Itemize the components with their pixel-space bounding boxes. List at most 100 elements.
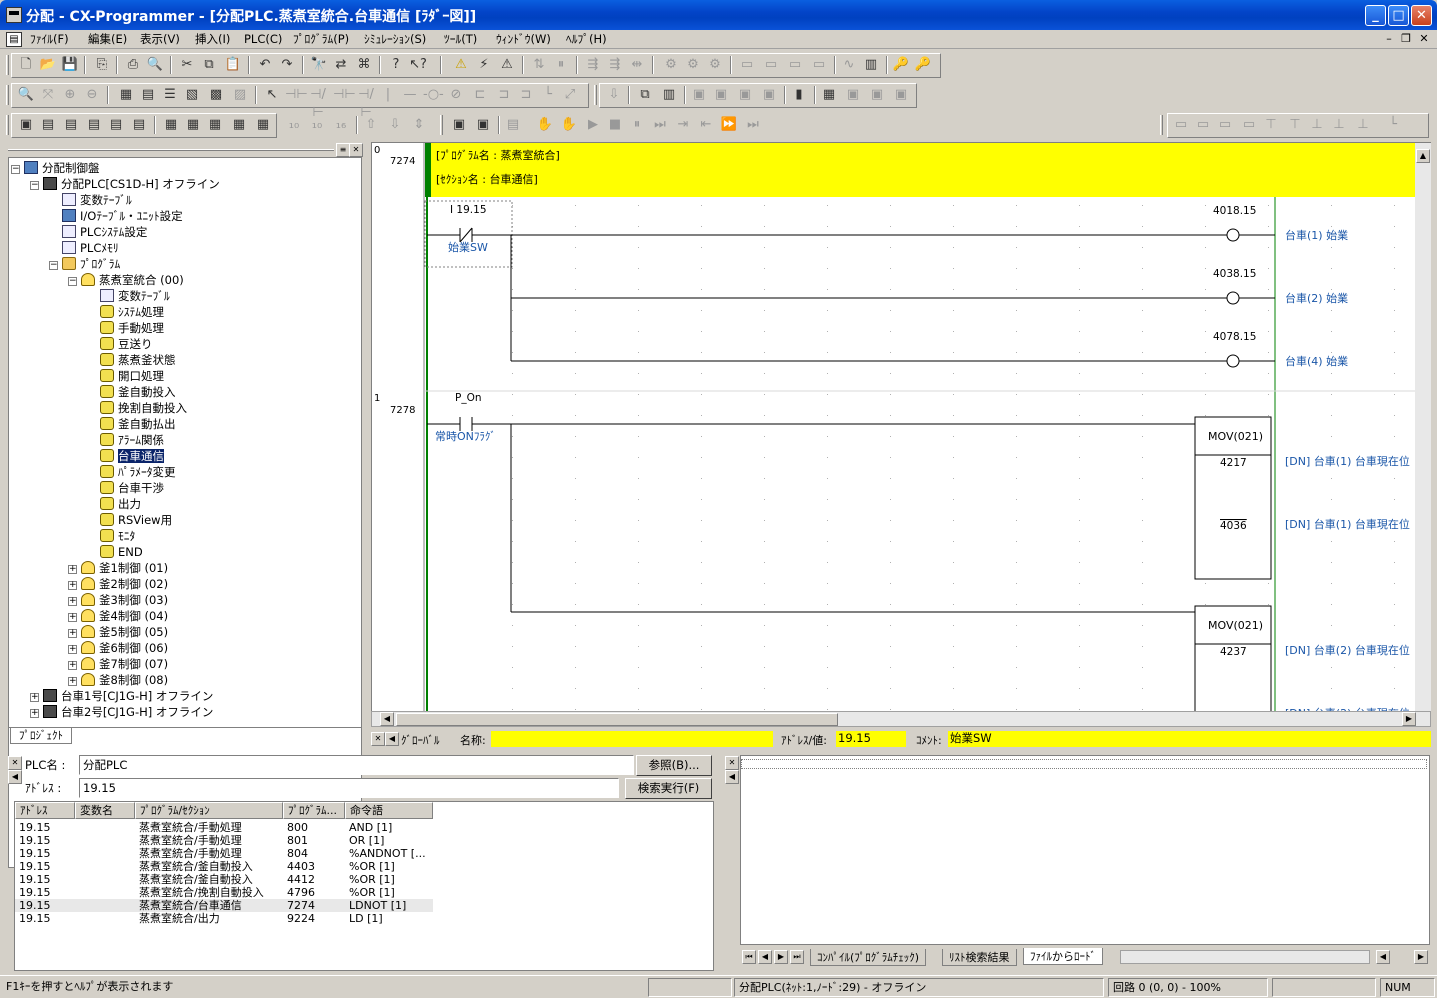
new-pt-ladder-icon[interactable]: ⊐ <box>517 86 535 104</box>
infobar-close-button[interactable]: ✕ <box>371 732 385 746</box>
memory-icon[interactable]: ▦ <box>254 116 272 134</box>
scroll-thumb[interactable] <box>396 713 838 726</box>
tree-node[interactable]: ﾓﾆﾀ <box>100 528 135 544</box>
zoom-out-icon[interactable]: ⊖ <box>83 86 101 104</box>
warning-icon[interactable]: ⚠ <box>452 56 470 74</box>
scroll-up-button[interactable]: ▲ <box>1416 149 1430 163</box>
transfer-to-plc-icon[interactable]: ⇶ <box>584 56 602 74</box>
toolbar-grip[interactable] <box>6 85 9 105</box>
table-row[interactable]: 19.15 蒸煮室統合/台車通信 7274 LDNOT [1] <box>15 899 433 912</box>
watch-window-icon[interactable]: ▨ <box>231 86 249 104</box>
column-header-instruction[interactable]: 命令語 <box>345 802 433 819</box>
mdi-close-button[interactable]: ✕ <box>1417 32 1431 46</box>
tab-list-search-results[interactable]: ﾘｽﾄ検索結果 <box>942 949 1017 966</box>
panel-close-button[interactable]: ✕ <box>725 756 739 770</box>
show-program-comments-icon[interactable]: ▧ <box>183 86 201 104</box>
collapse-icon[interactable]: − <box>11 165 20 174</box>
tree-node[interactable]: 変数ﾃｰﾌﾞﾙ <box>100 288 170 304</box>
tree-node[interactable]: PLCﾒﾓﾘ <box>62 240 119 256</box>
plc-name-field[interactable]: 分配PLC <box>79 755 634 775</box>
menu-tools[interactable]: ﾂｰﾙ(T) <box>444 31 477 48</box>
address-ref-icon[interactable]: ▦ <box>184 116 202 134</box>
comment-field[interactable]: 始業SW <box>948 731 1431 747</box>
tab-prev-button[interactable]: ◀ <box>758 950 772 964</box>
new-horizontal-icon[interactable]: — <box>401 86 419 104</box>
table-row[interactable]: 19.15 蒸煮室統合/釜自動投入 4403 %OR [1] <box>15 860 433 873</box>
stop-mode-icon[interactable]: ⏸ <box>552 56 570 74</box>
minimize-button[interactable]: _ <box>1365 5 1386 26</box>
force-cancel-icon[interactable]: ▣ <box>844 86 862 104</box>
tab-next-button[interactable]: ▶ <box>774 950 788 964</box>
menu-file[interactable]: ﾌｧｲﾙ(F) <box>30 31 69 48</box>
replace-icon[interactable]: ⇄ <box>332 56 350 74</box>
expand-icon[interactable]: + <box>68 581 77 590</box>
table-row[interactable]: 19.15 蒸煮室統合/手動処理 804 %ANDNOT [... <box>15 847 433 860</box>
force-on-all-icon[interactable]: ▣ <box>892 86 910 104</box>
trace-icon[interactable]: ∿ <box>840 56 858 74</box>
column-header-symbol[interactable]: 変数名 <box>75 802 135 819</box>
cut-icon[interactable]: ✂ <box>178 56 196 74</box>
toolbar-grip[interactable] <box>6 55 9 75</box>
new-or-closed-contact-icon[interactable]: ⊣/⊢ <box>357 86 375 120</box>
block-3-icon[interactable]: ▭ <box>1216 116 1234 134</box>
set-value-icon[interactable]: ▣ <box>736 86 754 104</box>
infobar-pin-button[interactable]: ◀ <box>385 732 399 746</box>
tab-project[interactable]: ﾌﾟﾛｼﾞｪｸﾄ <box>10 728 72 744</box>
expand-icon[interactable]: + <box>30 709 39 718</box>
menu-window[interactable]: ｳｨﾝﾄﾞｳ(W) <box>496 31 551 48</box>
scroll-right-button[interactable]: ▶ <box>1402 712 1416 726</box>
print-icon[interactable]: ⎙ <box>124 56 142 74</box>
expand-icon[interactable]: + <box>68 645 77 654</box>
tree-node[interactable]: 手動処理 <box>100 320 164 336</box>
scan-icon[interactable]: ⏭ <box>744 116 762 134</box>
reset-icon[interactable]: ▣ <box>712 86 730 104</box>
hex-16-icon[interactable]: ₁₆ <box>332 116 350 134</box>
menu-program[interactable]: ﾌﾟﾛｸﾞﾗﾑ(P) <box>293 31 349 48</box>
mdi-minimize-button[interactable]: – <box>1382 32 1396 46</box>
search-results-list[interactable]: ｱﾄﾞﾚｽ 変数名 ﾌﾟﾛｸﾞﾗﾑ/ｾｸｼｮﾝ ﾌﾟﾛｸﾞﾗﾑ... 命令語 1… <box>14 801 714 971</box>
monitor-diff-icon[interactable]: ⚙ <box>684 56 702 74</box>
compare-plc-icon[interactable]: ⇹ <box>628 56 646 74</box>
online-edit-cancel-icon[interactable]: ▭ <box>762 56 780 74</box>
tree-node[interactable]: + 台車2号[CJ1G-H] オフライン <box>30 704 213 720</box>
save-icon[interactable]: 💾 <box>61 56 79 74</box>
tree-node[interactable]: 出力 <box>100 496 141 512</box>
new-closed-contact-icon[interactable]: ⊣/⊢ <box>309 86 327 120</box>
maximize-button[interactable]: □ <box>1388 5 1409 26</box>
expand-icon[interactable]: + <box>68 677 77 686</box>
tree-node[interactable]: − 分配PLC[CS1D-H] オフライン <box>30 176 220 192</box>
tree-node[interactable]: 変数ﾃｰﾌﾞﾙ <box>62 192 132 208</box>
tree-node[interactable]: 挽割自動投入 <box>100 400 187 416</box>
branch-4-icon[interactable]: ⊥ <box>1330 116 1348 134</box>
scroll-left-button[interactable]: ◀ <box>380 712 394 726</box>
zoom-in-icon[interactable]: ⊕ <box>61 86 79 104</box>
rung-annotations-icon[interactable]: ☰ <box>161 86 179 104</box>
watch-icon[interactable]: ▤ <box>130 116 148 134</box>
monitor-icon[interactable]: ⚙ <box>662 56 680 74</box>
table-row[interactable]: 19.15 蒸煮室統合/釜自動投入 4412 %OR [1] <box>15 873 433 886</box>
new-file-icon[interactable]: 🗋 <box>17 56 35 74</box>
collapse-icon[interactable]: − <box>49 261 58 270</box>
simulation-icon[interactable]: ▤ <box>504 116 522 134</box>
collapse-icon[interactable]: − <box>68 277 77 286</box>
tree-node[interactable]: − ﾌﾟﾛｸﾞﾗﾑ <box>49 256 120 272</box>
column-header-program[interactable]: ﾌﾟﾛｸﾞﾗﾑ/ｾｸｼｮﾝ <box>135 802 283 819</box>
tree-node[interactable]: + 釜2制御 (02) <box>68 576 168 592</box>
tree-node[interactable]: 豆送り <box>100 336 153 352</box>
zoom-fit-icon[interactable]: ⤧ <box>39 86 57 104</box>
redo-icon[interactable]: ↷ <box>278 56 296 74</box>
output-window-icon[interactable]: ▤ <box>107 116 125 134</box>
paste-icon[interactable]: 📋 <box>224 56 242 74</box>
compile-icon[interactable]: ⇩ <box>605 86 623 104</box>
tree-node[interactable]: ﾊﾟﾗﾒｰﾀ変更 <box>100 464 176 480</box>
differential-monitor-icon[interactable]: ▦ <box>820 86 838 104</box>
online-icon[interactable]: ⚡ <box>475 56 493 74</box>
mnemonic-view-icon[interactable]: ▤ <box>62 116 80 134</box>
monitor-in-hex-icon[interactable]: ▩ <box>207 86 225 104</box>
branch-icon[interactable]: ⊤ <box>1262 116 1280 134</box>
tree-node[interactable]: 開口処理 <box>100 368 164 384</box>
io-comments-icon[interactable]: ▮ <box>790 86 808 104</box>
column-header-step[interactable]: ﾌﾟﾛｸﾞﾗﾑ... <box>283 802 345 819</box>
panel-pin-button[interactable]: ◀ <box>8 770 22 784</box>
tree-node[interactable]: + 釜6制御 (06) <box>68 640 168 656</box>
